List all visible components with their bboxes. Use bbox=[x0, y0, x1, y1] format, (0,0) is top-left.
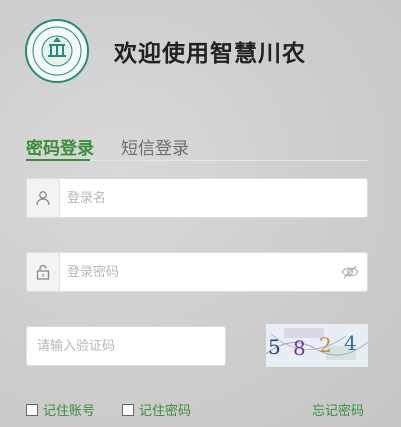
password-field bbox=[26, 252, 368, 292]
tab-sms-login[interactable]: 短信登录 bbox=[121, 134, 189, 159]
user-icon bbox=[27, 179, 60, 217]
captcha-image[interactable]: 5 8 2 4 bbox=[266, 324, 368, 367]
eye-off-icon[interactable] bbox=[341, 264, 359, 284]
active-tab-indicator bbox=[26, 159, 90, 161]
tab-password-login[interactable]: 密码登录 bbox=[26, 134, 94, 159]
remember-password-checkbox[interactable]: 记住密码 bbox=[122, 400, 191, 419]
checkbox-box[interactable] bbox=[122, 403, 134, 416]
university-logo bbox=[25, 19, 89, 83]
username-input[interactable] bbox=[67, 179, 327, 217]
remember-password-label: 记住密码 bbox=[139, 404, 192, 419]
captcha-char-2: 8 bbox=[293, 336, 306, 360]
captcha-field bbox=[26, 326, 226, 366]
remember-account-checkbox[interactable]: 记住账号 bbox=[26, 400, 95, 419]
captcha-char-4: 4 bbox=[344, 331, 357, 355]
password-input[interactable] bbox=[67, 253, 327, 291]
forgot-password-link[interactable]: 忘记密码 bbox=[312, 400, 364, 419]
page-title: 欢迎使用智慧川农 bbox=[114, 41, 306, 67]
captcha-char-1: 5 bbox=[268, 335, 281, 359]
captcha-input[interactable] bbox=[37, 327, 217, 365]
captcha-char-3: 2 bbox=[319, 333, 332, 357]
checkbox-box[interactable] bbox=[26, 403, 38, 416]
remember-account-label: 记住账号 bbox=[43, 404, 96, 419]
lock-icon bbox=[27, 253, 60, 291]
username-field bbox=[26, 178, 368, 218]
